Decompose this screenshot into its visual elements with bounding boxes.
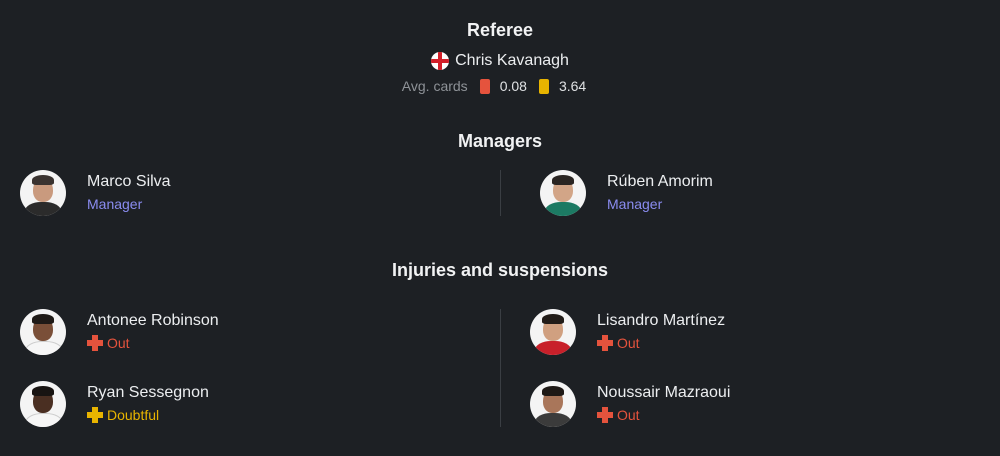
- manager-home[interactable]: Marco Silva Manager: [20, 170, 171, 216]
- injury-away-1[interactable]: Noussair Mazraoui Out: [530, 381, 730, 427]
- injury-home-0[interactable]: Antonee Robinson Out: [20, 309, 219, 355]
- injury-player-name: Noussair Mazraoui: [597, 384, 731, 401]
- player-avatar: [530, 381, 576, 427]
- red-card-icon: [479, 78, 490, 94]
- england-flag-icon: [431, 52, 450, 70]
- injury-status-label: Out: [617, 335, 640, 351]
- injury-cross-icon: [87, 335, 103, 351]
- injury-status: Doubtful: [87, 405, 209, 425]
- injury-status-label: Doubtful: [107, 407, 160, 423]
- injury-player-name: Lisandro Martínez: [597, 312, 726, 329]
- injury-player-name: Antonee Robinson: [87, 312, 219, 329]
- referee-name[interactable]: Chris Kavanagh: [455, 52, 569, 70]
- managers-divider: [500, 170, 501, 216]
- manager-home-role: Manager: [87, 196, 143, 212]
- yellow-card-avg: 3.64: [558, 78, 587, 94]
- injury-cross-icon: [87, 407, 103, 423]
- player-avatar: [530, 309, 576, 355]
- injury-cross-icon: [597, 407, 613, 423]
- avg-cards-row: Avg. cards 0.08 3.64: [0, 78, 1000, 94]
- player-avatar: [20, 309, 66, 355]
- managers-section-title: Managers: [457, 131, 543, 151]
- yellow-card-icon: [538, 78, 549, 94]
- player-avatar: [20, 381, 66, 427]
- injury-status: Out: [87, 333, 219, 353]
- red-card-avg: 0.08: [499, 78, 527, 94]
- referee-section-title: Referee: [466, 20, 534, 40]
- referee-row: Chris Kavanagh: [0, 52, 1000, 70]
- manager-away-name: Rúben Amorim: [607, 173, 713, 190]
- manager-away[interactable]: Rúben Amorim Manager: [540, 170, 713, 216]
- injury-player-name: Ryan Sessegnon: [87, 384, 209, 401]
- injury-home-1[interactable]: Ryan Sessegnon Doubtful: [20, 381, 209, 427]
- injury-status: Out: [597, 405, 730, 425]
- injury-cross-icon: [597, 335, 613, 351]
- injuries-divider: [500, 309, 501, 427]
- manager-home-avatar: [20, 170, 66, 216]
- injuries-section-title: Injuries and suspensions: [391, 260, 609, 280]
- injury-away-0[interactable]: Lisandro Martínez Out: [530, 309, 725, 355]
- injury-status-label: Out: [107, 335, 130, 351]
- injury-status: Out: [597, 333, 725, 353]
- manager-away-avatar: [540, 170, 586, 216]
- manager-away-role: Manager: [607, 196, 663, 212]
- avg-cards-label: Avg. cards: [401, 78, 468, 94]
- manager-home-name: Marco Silva: [87, 173, 171, 190]
- injury-status-label: Out: [617, 407, 640, 423]
